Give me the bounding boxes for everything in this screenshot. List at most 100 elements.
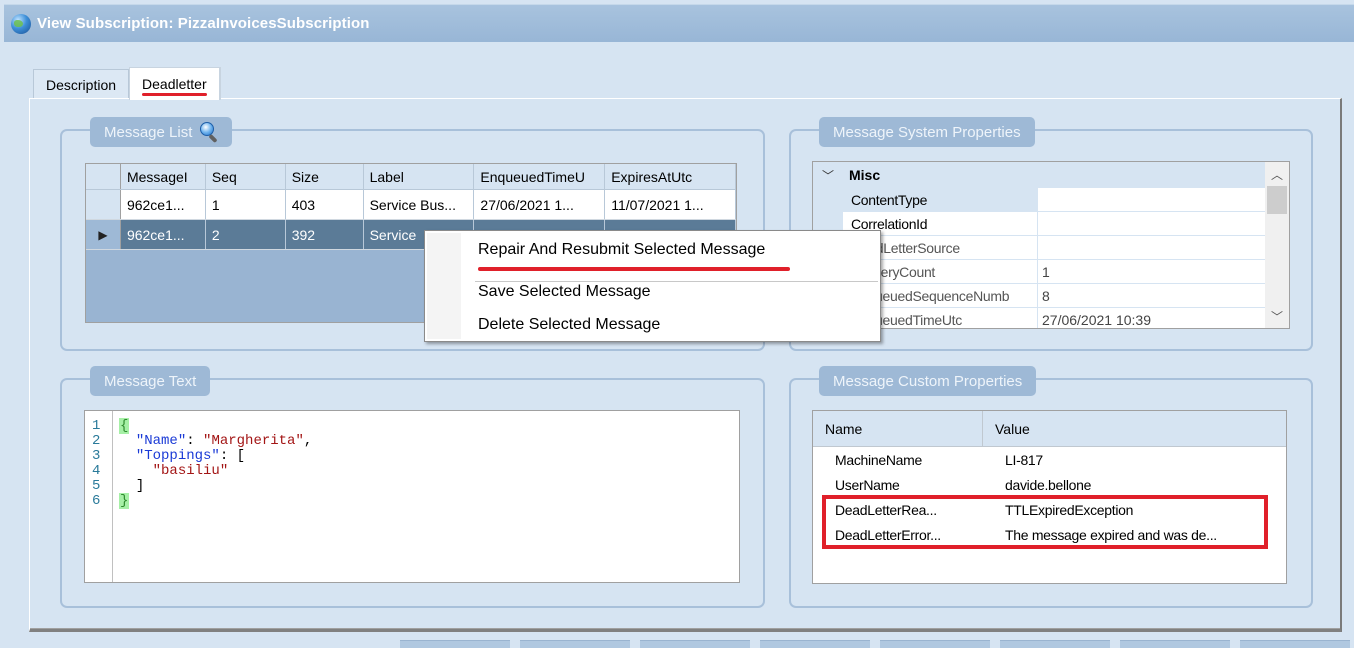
item-value: davide.bellone — [1005, 476, 1092, 493]
cell-expiresat: 11/07/2021 1... — [605, 190, 737, 219]
caption-text: Message Text — [104, 372, 197, 390]
property-value[interactable] — [1038, 212, 1267, 235]
subscription-window: View Subscription: PizzaInvoicesSubscrip… — [0, 0, 1354, 648]
message-list-caption: Message List — [90, 117, 233, 147]
bottom-button[interactable] — [1120, 640, 1230, 648]
column-header-messageid[interactable]: MessageI — [121, 164, 206, 189]
line-number: 5 — [92, 478, 101, 494]
column-header-expiresat[interactable]: ExpiresAtUtc — [605, 164, 737, 189]
current-row-arrow-icon[interactable]: ▶ — [86, 220, 121, 249]
code-line: } — [119, 493, 312, 509]
cell-label: Service Bus... — [364, 190, 475, 219]
property-value[interactable] — [1038, 236, 1267, 259]
code-line: "Toppings": [ — [119, 449, 312, 464]
column-header-enqueuedtime[interactable]: EnqueuedTimeU — [474, 164, 606, 189]
line-number: 1 — [92, 418, 101, 434]
menu-item-delete[interactable]: Delete Selected Message — [478, 316, 660, 334]
row-header[interactable] — [86, 190, 121, 219]
property-row[interactable]: DeadLetterSource — [813, 236, 1267, 260]
open-brace: { — [119, 418, 130, 434]
message-text-caption: Message Text — [90, 366, 211, 396]
table-row[interactable]: 962ce1... 1 403 Service Bus... 27/06/202… — [86, 190, 737, 220]
property-row[interactable]: EnqueuedTimeUtc 27/06/2021 10:39 — [813, 308, 1267, 328]
code-line: { — [119, 418, 312, 434]
menu-icon-column — [427, 233, 461, 339]
cell-messageid: 962ce1... — [121, 190, 206, 219]
json-key: "Name" — [135, 433, 187, 449]
punctuation: : [ — [219, 448, 246, 464]
annotation-underline — [478, 267, 790, 271]
json-string: "Margherita" — [203, 433, 304, 449]
property-value[interactable]: 1 — [1038, 260, 1267, 283]
punctuation: : — [186, 433, 204, 449]
list-item[interactable]: UserName davide.bellone — [813, 472, 1286, 497]
property-name: ContentType — [843, 188, 1038, 211]
code-line: ] — [119, 479, 312, 494]
window-title: View Subscription: PizzaInvoicesSubscrip… — [37, 15, 370, 32]
property-value[interactable] — [1038, 188, 1267, 211]
list-item[interactable]: MachineName LI-817 — [813, 447, 1286, 472]
vertical-scrollbar[interactable]: ︿ ﹀ — [1265, 162, 1289, 328]
bottom-button[interactable] — [880, 640, 990, 648]
cell-enqueuedtime: 27/06/2021 1... — [474, 190, 606, 219]
category-misc[interactable]: ﹀ Misc — [813, 162, 1267, 188]
menu-separator — [475, 281, 878, 282]
cell-size: 392 — [286, 220, 364, 249]
cell-messageid: 962ce1... — [121, 220, 206, 249]
bottom-button[interactable] — [1240, 640, 1350, 648]
code-line: "basiliu" — [119, 464, 312, 479]
punctuation: , — [303, 433, 313, 449]
line-number: 4 — [92, 463, 101, 479]
menu-item-save[interactable]: Save Selected Message — [478, 283, 651, 301]
title-bar: View Subscription: PizzaInvoicesSubscrip… — [4, 4, 1354, 42]
column-header-seq[interactable]: Seq — [206, 164, 286, 189]
system-properties-caption: Message System Properties — [819, 117, 1035, 147]
custom-properties-caption: Message Custom Properties — [819, 366, 1037, 396]
cell-seq: 2 — [206, 220, 286, 249]
line-number: 2 — [92, 433, 101, 449]
column-header-name[interactable]: Name — [813, 411, 983, 446]
bottom-button[interactable] — [640, 640, 750, 648]
scroll-up-icon[interactable]: ︿ — [1265, 162, 1289, 186]
tab-strip: Description Deadletter — [33, 67, 221, 100]
property-row[interactable]: DeliveryCount 1 — [813, 260, 1267, 284]
tab-label: Deadletter — [142, 76, 207, 92]
category-label: Misc — [849, 167, 881, 183]
json-key: "Toppings" — [135, 448, 220, 464]
annotation-underline — [142, 93, 207, 96]
property-value[interactable]: 8 — [1038, 284, 1267, 307]
column-header-size[interactable]: Size — [286, 164, 364, 189]
line-number: 3 — [92, 448, 101, 464]
caption-text: Message List — [104, 123, 193, 141]
code-area[interactable]: { "Name": "Margherita", "Toppings": [ "b… — [113, 411, 312, 582]
caption-text: Message System Properties — [833, 123, 1021, 141]
json-string: "basiliu" — [152, 463, 229, 479]
cell-seq: 1 — [206, 190, 286, 219]
annotation-highlight-box — [822, 495, 1268, 549]
bottom-button[interactable] — [520, 640, 630, 648]
menu-item-repair-resubmit[interactable]: Repair And Resubmit Selected Message — [478, 241, 765, 259]
bottom-button[interactable] — [400, 640, 510, 648]
property-row[interactable]: ContentType — [813, 188, 1267, 212]
code-line: "Name": "Margherita", — [119, 434, 312, 449]
property-row[interactable]: EnqueuedSequenceNumb 8 — [813, 284, 1267, 308]
bottom-button[interactable] — [760, 640, 870, 648]
scroll-down-icon[interactable]: ﹀ — [1265, 304, 1289, 328]
property-value[interactable]: 27/06/2021 10:39 — [1038, 308, 1267, 328]
tab-deadletter[interactable]: Deadletter — [129, 67, 221, 100]
caption-text: Message Custom Properties — [833, 372, 1023, 390]
column-header-label[interactable]: Label — [364, 164, 475, 189]
scroll-thumb[interactable] — [1267, 186, 1287, 214]
context-menu: Repair And Resubmit Selected Message Sav… — [424, 230, 881, 342]
column-header-value[interactable]: Value — [983, 411, 1030, 446]
list-header: Name Value — [813, 411, 1286, 447]
line-number: 6 — [92, 493, 101, 509]
item-name: UserName — [835, 476, 900, 493]
tab-description[interactable]: Description — [33, 69, 130, 100]
collapse-chevron-icon[interactable]: ﹀ — [813, 167, 843, 184]
search-icon[interactable] — [198, 122, 218, 144]
property-row[interactable]: CorrelationId — [813, 212, 1267, 236]
bottom-button[interactable] — [1000, 640, 1110, 648]
property-grid[interactable]: ﹀ Misc ContentType CorrelationId DeadLet… — [812, 161, 1290, 329]
message-text-editor[interactable]: 1 2 3 4 5 6 { "Name": "Margherita", "Top… — [84, 410, 740, 583]
